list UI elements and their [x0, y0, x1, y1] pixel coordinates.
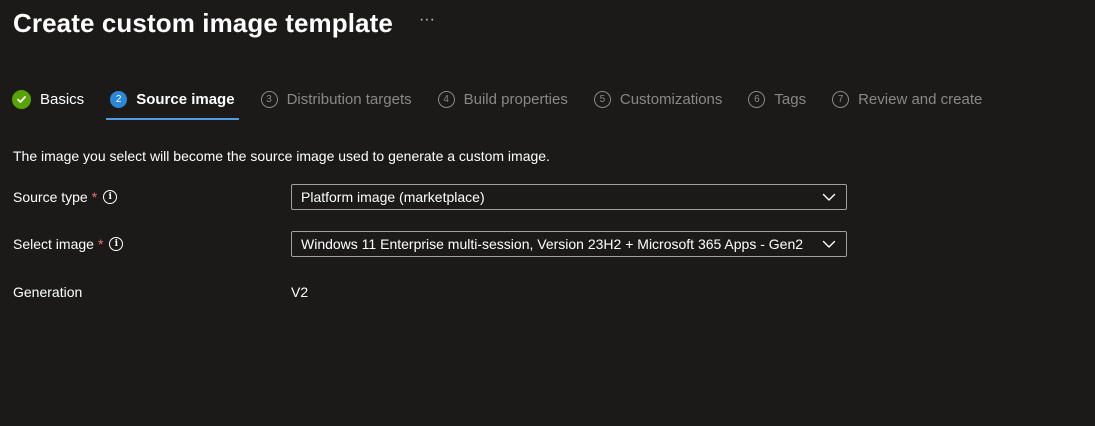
chevron-down-icon [822, 240, 836, 248]
step-number-icon: 4 [437, 90, 455, 108]
tab-label: Distribution targets [286, 90, 412, 108]
tab-label: Review and create [858, 90, 983, 108]
source-type-label: Source type * i [13, 189, 291, 205]
select-image-row: Select image * i Windows 11 Enterprise m… [13, 231, 847, 257]
check-glyph [17, 95, 26, 103]
tab-build-properties[interactable]: 4 Build properties [437, 84, 568, 114]
required-marker: * [97, 236, 104, 252]
checkmark-icon [12, 89, 31, 109]
info-icon[interactable]: i [109, 237, 124, 251]
step-number-icon: 2 [110, 90, 128, 108]
chevron-down-icon [822, 193, 836, 201]
tab-distribution-targets[interactable]: 3 Distribution targets [260, 84, 412, 114]
dropdown-value: Windows 11 Enterprise multi-session, Ver… [301, 236, 804, 252]
step-number-icon: 7 [832, 90, 850, 108]
create-image-template-page: Create custom image template ··· Basics … [0, 0, 1095, 426]
generation-label: Generation [13, 284, 291, 300]
field-label-text: Generation [13, 284, 83, 300]
step-number-icon: 5 [593, 90, 611, 108]
tab-review-and-create[interactable]: 7 Review and create [832, 84, 982, 114]
page-header: Create custom image template ··· [13, 6, 435, 40]
select-image-dropdown[interactable]: Windows 11 Enterprise multi-session, Ver… [291, 231, 847, 257]
generation-row: Generation V2 [13, 284, 308, 300]
tab-label: Customizations [619, 90, 723, 108]
field-label-text: Source type [13, 189, 88, 205]
step-number-icon: 6 [748, 90, 766, 108]
source-type-dropdown[interactable]: Platform image (marketplace) [291, 184, 847, 210]
tab-tags[interactable]: 6 Tags [748, 84, 806, 114]
tab-source-image[interactable]: 2 Source image [106, 84, 239, 120]
wizard-tabs: Basics 2 Source image 3 Distribution tar… [12, 84, 1008, 120]
tab-customizations[interactable]: 5 Customizations [593, 84, 723, 114]
info-icon[interactable]: i [103, 190, 118, 204]
field-label-text: Select image [13, 236, 94, 252]
tab-label: Basics [40, 90, 85, 108]
section-description: The image you select will become the sou… [13, 148, 550, 164]
required-marker: * [91, 189, 98, 205]
tab-basics[interactable]: Basics [12, 84, 84, 114]
dropdown-value: Platform image (marketplace) [301, 189, 485, 205]
generation-value: V2 [291, 284, 309, 300]
tab-label: Build properties [463, 90, 568, 108]
step-number-icon: 3 [260, 90, 278, 108]
source-type-row: Source type * i Platform image (marketpl… [13, 184, 847, 210]
page-title: Create custom image template [13, 8, 393, 38]
more-options-icon[interactable]: ··· [419, 10, 435, 30]
select-image-label: Select image * i [13, 236, 291, 252]
tab-label: Source image [136, 90, 235, 108]
tab-label: Tags [774, 90, 807, 108]
